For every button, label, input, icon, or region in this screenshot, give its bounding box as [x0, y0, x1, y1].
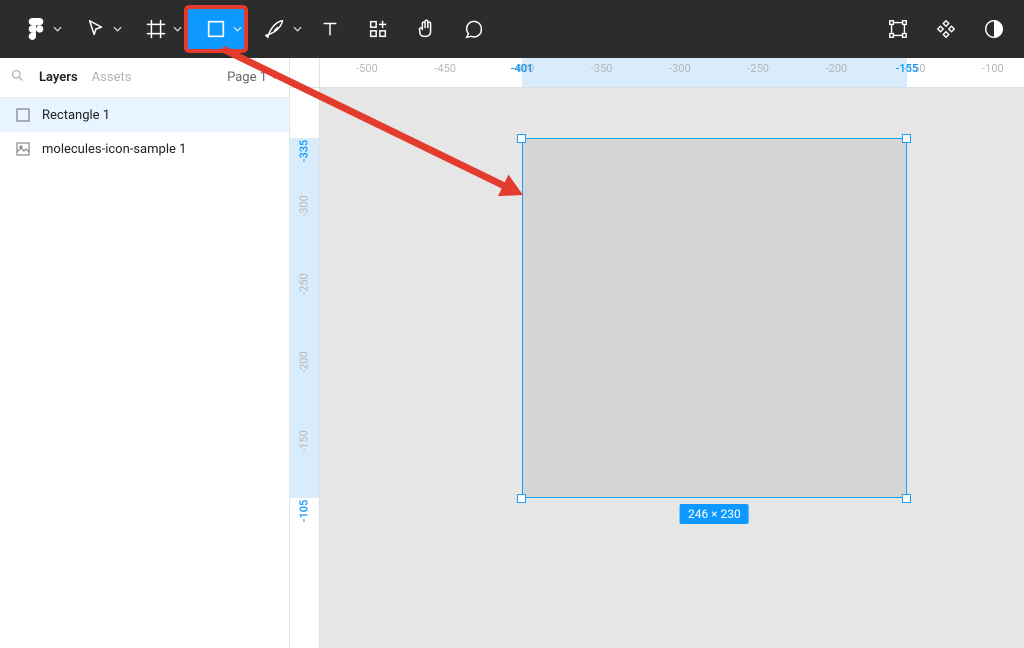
text-tool[interactable] — [306, 7, 354, 51]
ruler-tick: -300 — [669, 58, 691, 88]
tab-assets[interactable]: Assets — [92, 70, 132, 85]
search-icon[interactable] — [10, 68, 25, 87]
ruler-selection-mark: -401 — [511, 58, 534, 88]
dimensions-badge: 246 × 230 — [680, 504, 749, 524]
rectangle-icon — [16, 108, 30, 122]
frame-tool[interactable] — [126, 7, 186, 51]
ruler-tick: -250 — [747, 58, 769, 88]
comment-tool[interactable] — [450, 7, 498, 51]
hand-tool[interactable] — [402, 7, 450, 51]
layer-row[interactable]: Rectangle 1 — [0, 98, 289, 132]
selection-handle[interactable] — [517, 494, 526, 503]
selected-rectangle[interactable] — [522, 138, 907, 498]
ruler-vertical[interactable]: -300 -250 -200 -150 -335 -105 — [290, 88, 320, 648]
ruler-selection-mark: -155 — [896, 58, 919, 88]
ruler-tick: -200 — [290, 356, 320, 369]
top-toolbar — [0, 0, 1024, 58]
panel-header: Layers Assets Page 1 — [0, 58, 289, 98]
figma-menu[interactable] — [6, 7, 66, 51]
ruler-tick: -300 — [290, 199, 320, 212]
components-tool[interactable] — [922, 7, 970, 51]
ruler-tick: -200 — [826, 58, 848, 88]
bbox-tool[interactable] — [874, 7, 922, 51]
page-selector[interactable]: Page 1 — [227, 70, 279, 85]
ruler-tick: -100 — [982, 58, 1004, 88]
selection-handle[interactable] — [902, 494, 911, 503]
rectangle-tool[interactable] — [186, 7, 246, 51]
canvas[interactable]: 246 × 230 — [320, 88, 1024, 648]
chevron-down-icon — [293, 25, 302, 34]
layers-panel: Layers Assets Page 1 Rectangle 1 molecul… — [0, 58, 290, 648]
pen-tool[interactable] — [246, 7, 306, 51]
workspace: -500-450-400-350-300-250-200-150-100-401… — [290, 58, 1024, 648]
move-tool[interactable] — [66, 7, 126, 51]
selection-handle[interactable] — [517, 134, 526, 143]
ruler-selection-mark: -335 — [290, 145, 320, 158]
page-selector-label: Page 1 — [227, 70, 267, 85]
selection-handle[interactable] — [902, 134, 911, 143]
ruler-tick: -350 — [591, 58, 613, 88]
ruler-tick: -150 — [290, 434, 320, 447]
ruler-corner — [290, 58, 320, 88]
resources-tool[interactable] — [354, 7, 402, 51]
chevron-down-icon — [113, 25, 122, 34]
layer-label: molecules-icon-sample 1 — [42, 142, 186, 157]
ruler-tick: -450 — [434, 58, 456, 88]
ruler-horizontal[interactable]: -500-450-400-350-300-250-200-150-100-401… — [320, 58, 1024, 88]
ruler-tick: -500 — [356, 58, 378, 88]
chevron-down-icon — [233, 25, 242, 34]
chevron-down-icon — [173, 25, 182, 34]
ruler-tick: -250 — [290, 278, 320, 291]
image-icon — [16, 142, 30, 156]
layer-label: Rectangle 1 — [42, 108, 110, 123]
ruler-selection-mark: -105 — [290, 505, 320, 518]
layer-row[interactable]: molecules-icon-sample 1 — [0, 132, 289, 166]
chevron-down-icon — [53, 25, 62, 34]
chevron-down-icon — [267, 70, 279, 85]
tab-layers[interactable]: Layers — [39, 70, 78, 85]
mask-tool[interactable] — [970, 7, 1018, 51]
